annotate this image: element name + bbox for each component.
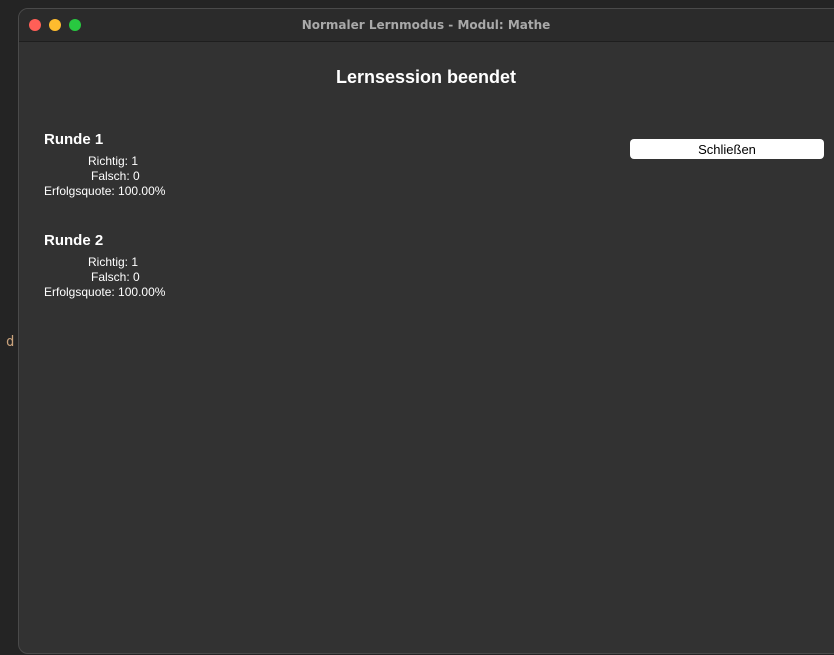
round-summary-1: Runde 1 Richtig: 1 Falsch: 0 Erfolgsquot… (44, 131, 224, 199)
window-title: Normaler Lernmodus - Modul: Mathe (301, 18, 551, 32)
wrong-count: Falsch: 0 (91, 270, 140, 284)
close-button[interactable]: Schließen (630, 139, 824, 159)
correct-count: Richtig: 1 (88, 255, 139, 269)
success-rate: Erfolgsquote: 100.00% (44, 184, 166, 198)
app-window: Normaler Lernmodus - Modul: Mathe Lernse… (18, 8, 834, 654)
session-summary: Lernsession beendet Runde 1 Richtig: 1 F… (19, 42, 834, 653)
title-bar[interactable]: Normaler Lernmodus - Modul: Mathe (19, 9, 834, 42)
wrong-count: Falsch: 0 (91, 169, 140, 183)
round-summary-2: Runde 2 Richtig: 1 Falsch: 0 Erfolgsquot… (44, 232, 224, 300)
round-heading: Runde 1 (44, 131, 104, 148)
background-editor-text: d (6, 334, 15, 350)
correct-count: Richtig: 1 (88, 154, 139, 168)
page-title: Lernsession beendet (335, 67, 517, 87)
success-rate: Erfolgsquote: 100.00% (44, 285, 166, 299)
round-heading: Runde 2 (44, 232, 104, 249)
